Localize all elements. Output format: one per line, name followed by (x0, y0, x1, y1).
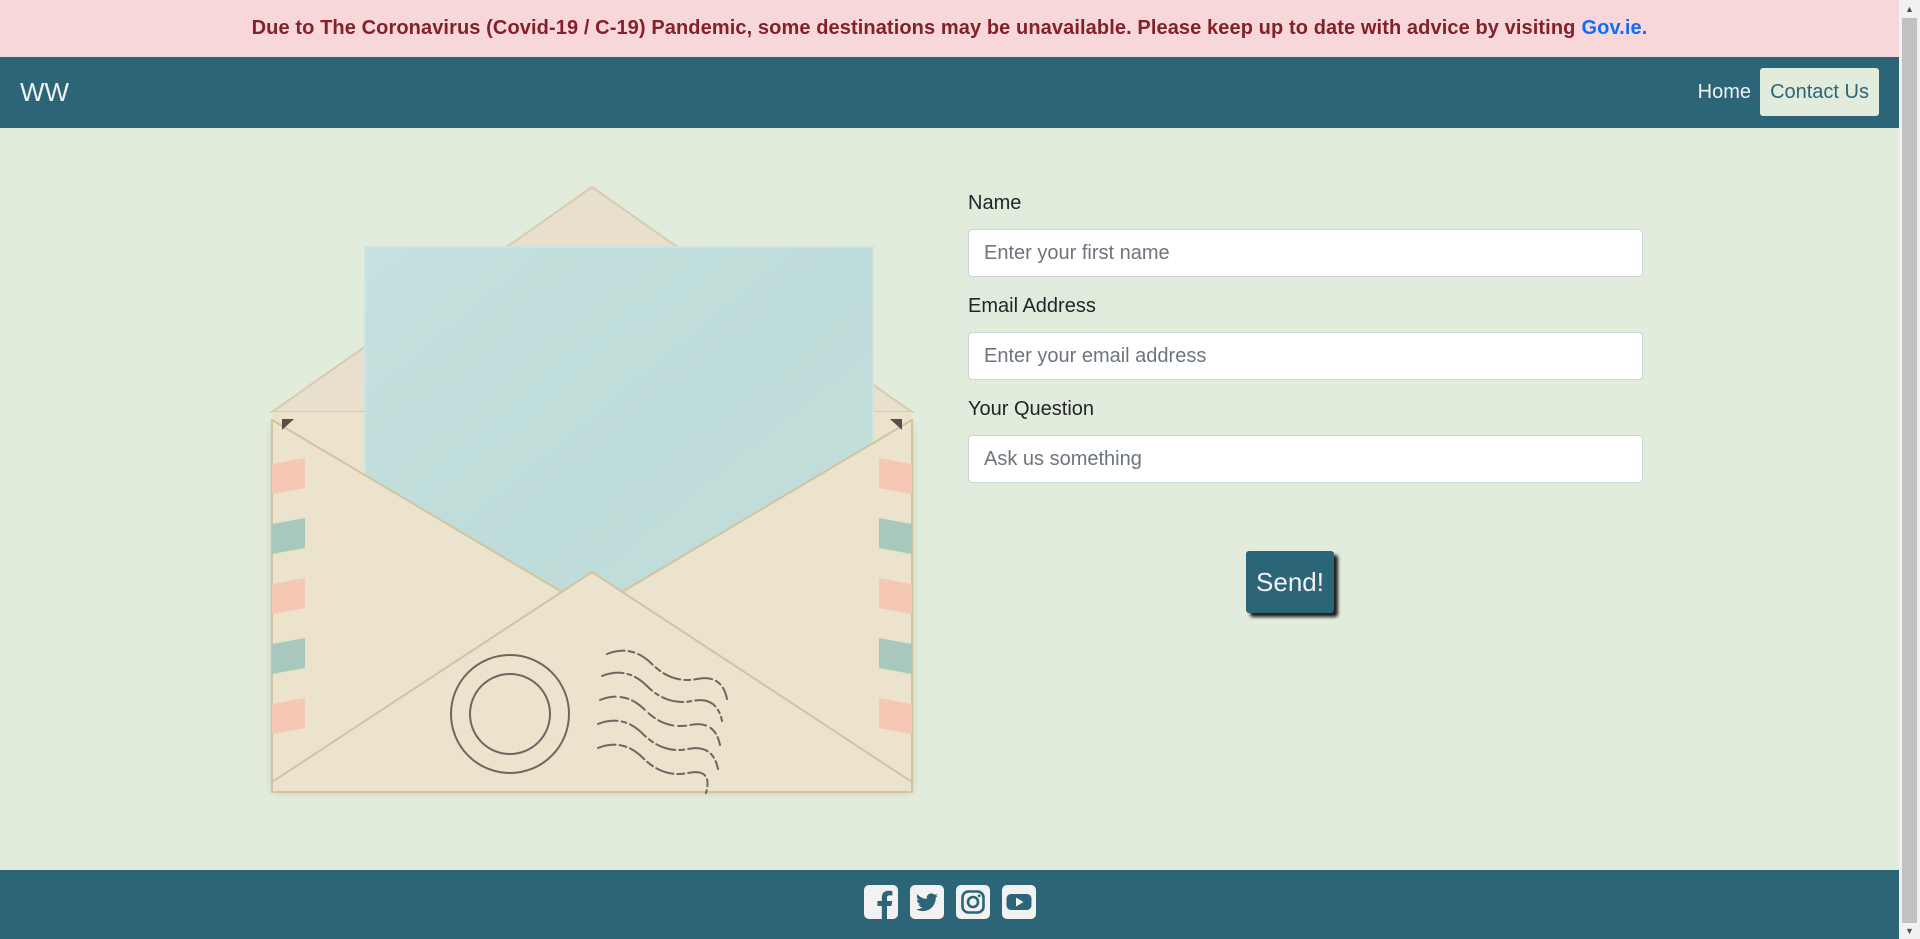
contact-form: Name Email Address Your Question (968, 192, 1643, 501)
name-input[interactable] (968, 229, 1643, 277)
scrollbar-thumb[interactable] (1902, 18, 1917, 923)
navbar: WW Home Contact Us (0, 57, 1899, 128)
youtube-link[interactable] (1001, 884, 1037, 920)
nav-item-contact-us[interactable]: Contact Us (1760, 68, 1879, 116)
name-label: Name (968, 192, 1022, 214)
facebook-icon (863, 885, 898, 920)
facebook-link[interactable] (863, 884, 899, 920)
page: Due to The Coronavirus (Covid-19 / C-19)… (0, 0, 1899, 939)
email-input[interactable] (968, 332, 1643, 380)
scroll-down-arrow-icon[interactable]: ▼ (1899, 922, 1920, 939)
instagram-icon (955, 885, 990, 919)
gov-ie-link[interactable]: Gov.ie. (1581, 17, 1647, 40)
vertical-scrollbar[interactable]: ▲ ▼ (1899, 0, 1920, 939)
envelope-illustration (268, 185, 916, 794)
question-input[interactable] (968, 435, 1643, 483)
twitter-link[interactable] (909, 884, 945, 920)
social-links (0, 884, 1899, 920)
covid-alert-banner: Due to The Coronavirus (Covid-19 / C-19)… (0, 0, 1899, 57)
alert-message: Due to The Coronavirus (Covid-19 / C-19)… (251, 17, 1576, 39)
instagram-link[interactable] (955, 884, 991, 920)
nav-item-home[interactable]: Home (1688, 74, 1761, 110)
email-label: Email Address (968, 295, 1096, 317)
twitter-icon (909, 885, 944, 919)
youtube-icon (1001, 885, 1036, 919)
brand-logo[interactable]: WW (20, 57, 69, 128)
send-button[interactable]: Send! (1246, 551, 1334, 613)
question-label: Your Question (968, 398, 1095, 420)
scroll-up-arrow-icon[interactable]: ▲ (1899, 0, 1920, 17)
footer (0, 870, 1899, 939)
